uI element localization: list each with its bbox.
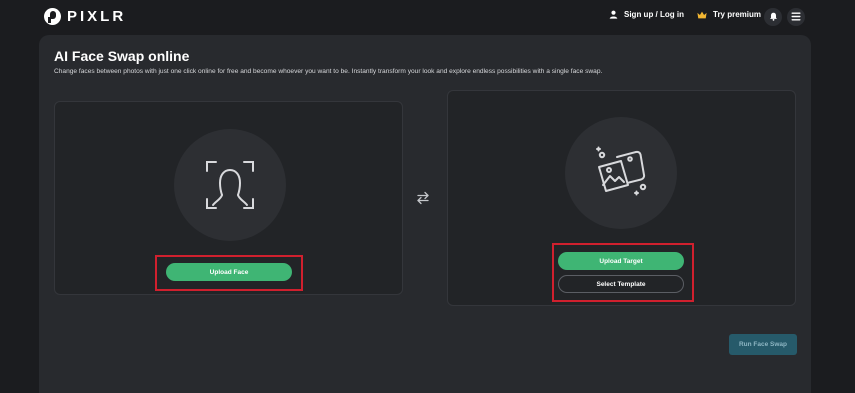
pixlr-logo[interactable]: PIXLR [44, 8, 126, 25]
try-premium-link[interactable]: Try premium [697, 10, 761, 19]
images-icon [593, 145, 649, 206]
user-icon [609, 10, 618, 19]
target-icon-circle [565, 117, 677, 229]
top-navigation-bar: PIXLR Sign up / Log in Try premium [0, 0, 855, 34]
face-scan-icon [204, 159, 256, 216]
menu-icon [791, 8, 801, 26]
page-title: AI Face Swap online [54, 48, 190, 64]
run-face-swap-button[interactable]: Run Face Swap [729, 334, 797, 355]
try-premium-label: Try premium [713, 10, 762, 19]
signup-login-label: Sign up / Log in [624, 10, 684, 19]
main-menu-button[interactable] [787, 8, 805, 26]
logo-icon [44, 8, 61, 25]
crown-icon [697, 11, 707, 19]
upload-target-highlight [552, 243, 694, 302]
page-subtitle: Change faces between photos with just on… [54, 68, 603, 75]
signup-login-link[interactable]: Sign up / Log in [609, 10, 684, 19]
upload-face-highlight [155, 255, 303, 291]
notifications-button[interactable] [764, 8, 782, 26]
bell-icon [769, 8, 778, 26]
face-icon-circle [174, 129, 286, 241]
swap-arrows-icon[interactable] [415, 191, 431, 210]
brand-name: PIXLR [67, 8, 127, 25]
